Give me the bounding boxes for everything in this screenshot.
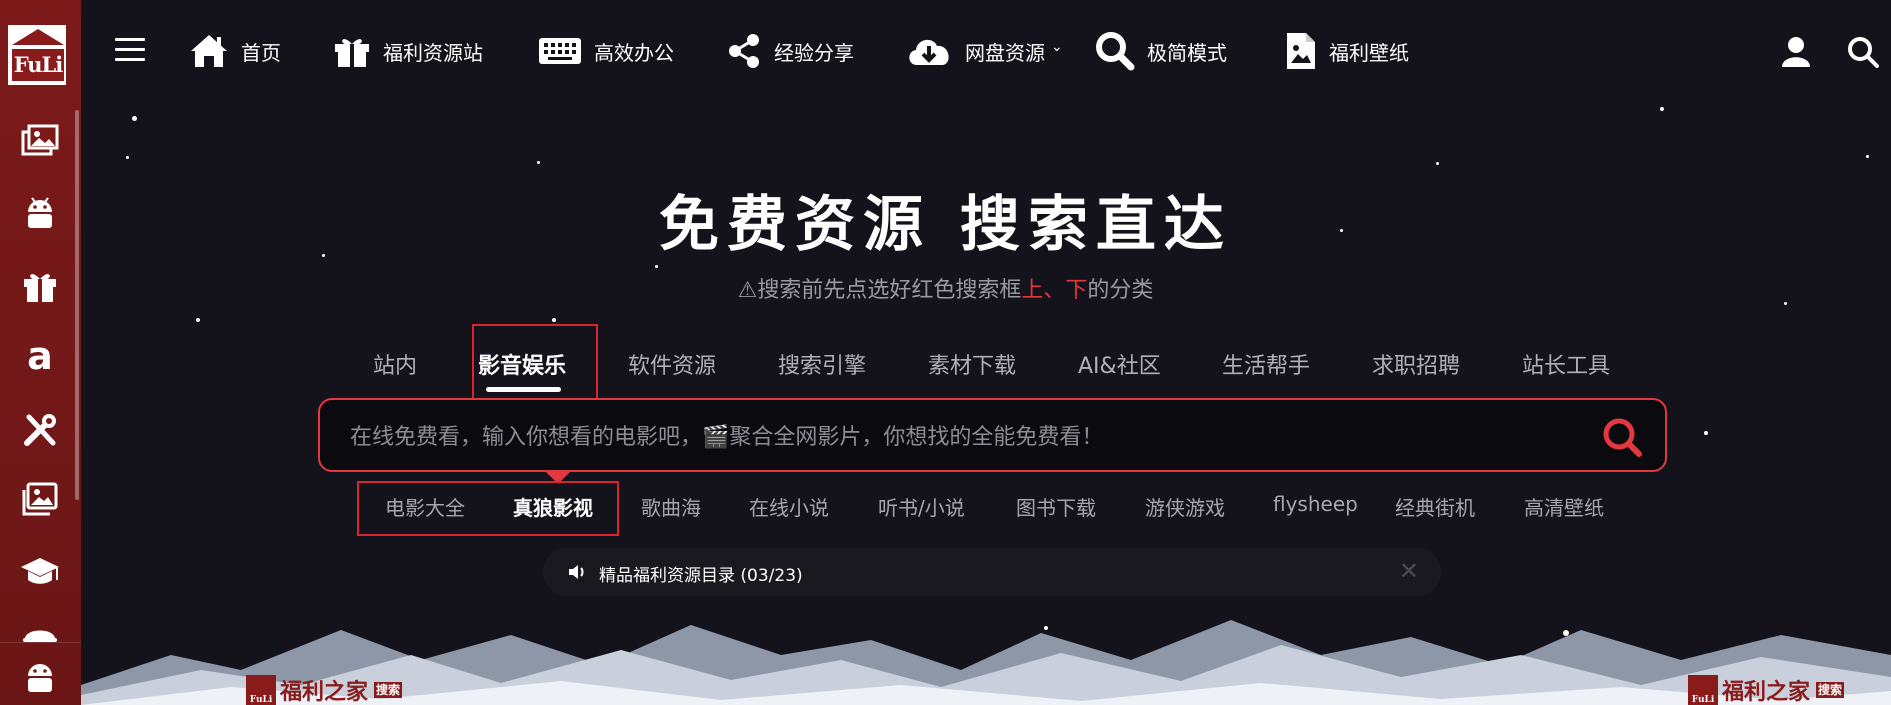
- graduation-cap-icon[interactable]: [16, 548, 64, 596]
- gift-icon: [335, 39, 369, 67]
- nav-item-home[interactable]: 首页: [189, 28, 281, 74]
- subtab-flysheep[interactable]: flysheep: [1273, 492, 1358, 516]
- star: [196, 318, 200, 322]
- sidebar-scrollbar[interactable]: [75, 110, 79, 500]
- footer-logo-right[interactable]: FuLi 福利之家 搜索: [1688, 675, 1845, 705]
- logo-text: FuLi: [12, 49, 64, 81]
- share-icon: [729, 34, 759, 68]
- search-icon[interactable]: [1847, 36, 1879, 72]
- menu-toggle-icon[interactable]: [115, 38, 145, 62]
- subtab-songs[interactable]: 歌曲海: [641, 492, 701, 521]
- hero-subtitle: ⚠搜索前先点选好红色搜索框上、下的分类: [0, 272, 1891, 304]
- amazon-icon[interactable]: a: [16, 334, 64, 382]
- nav-item-wallpaper[interactable]: 福利壁纸: [1285, 28, 1409, 74]
- speaker-icon: [567, 562, 587, 586]
- nav-label: 首页: [241, 40, 281, 65]
- nav-label: 网盘资源: [965, 40, 1045, 65]
- cloud-download-icon: [909, 39, 949, 65]
- star: [1436, 162, 1439, 165]
- search-button[interactable]: [1601, 416, 1643, 458]
- notice-text[interactable]: 精品福利资源目录 (03/23): [599, 561, 803, 586]
- nav-label: 高效办公: [594, 40, 674, 65]
- search-bar: [318, 398, 1667, 472]
- highlight-box-subcategory: [357, 481, 619, 536]
- tab-webmaster[interactable]: 站长工具: [1522, 348, 1610, 380]
- star: [552, 318, 556, 322]
- star: [1704, 431, 1708, 435]
- star: [537, 161, 540, 164]
- images-icon[interactable]: [16, 118, 64, 166]
- subtitle-text: ⚠搜索前先点选好红色搜索框: [737, 278, 1022, 303]
- top-navigation: 首页 福利资源站 高效办公 经验分享 网盘资源 ⌄ 极简模式 福利壁纸: [81, 0, 1891, 106]
- footer-logo-text: 福利之家: [280, 679, 369, 705]
- tab-search-engine[interactable]: 搜索引擎: [778, 348, 866, 380]
- subtab-novels[interactable]: 在线小说: [749, 492, 829, 521]
- footer-logo-left[interactable]: FuLi 福利之家 搜索: [246, 675, 403, 705]
- tab-jobs[interactable]: 求职招聘: [1372, 348, 1460, 380]
- nav-item-netdisk[interactable]: 网盘资源 ⌄: [905, 28, 1063, 74]
- close-icon[interactable]: ✕: [1399, 557, 1419, 585]
- left-sidebar: FuLi a: [0, 0, 81, 705]
- search-icon: [1603, 418, 1642, 457]
- star: [126, 156, 129, 159]
- subtitle-separator: 、: [1043, 278, 1066, 303]
- nav-label: 福利资源站: [383, 40, 483, 65]
- nav-item-office[interactable]: 高效办公: [538, 28, 674, 74]
- tab-materials[interactable]: 素材下载: [928, 348, 1016, 380]
- subtitle-down: 下: [1065, 278, 1088, 303]
- keyboard-icon: [539, 38, 581, 64]
- nav-label: 极简模式: [1147, 40, 1227, 65]
- footer-logo-tag: 搜索: [1816, 682, 1845, 698]
- tab-site[interactable]: 站内: [373, 348, 417, 380]
- hat-icon[interactable]: [16, 612, 64, 660]
- star: [1660, 107, 1664, 111]
- tab-software[interactable]: 软件资源: [628, 348, 716, 380]
- star: [655, 265, 658, 268]
- user-icon[interactable]: [1781, 36, 1811, 72]
- highlight-box-category: [472, 324, 598, 408]
- site-logo[interactable]: FuLi: [5, 22, 69, 88]
- nav-label: 福利壁纸: [1329, 40, 1409, 65]
- hero-title: 免费资源 搜索直达: [659, 190, 1232, 260]
- tab-ai-community[interactable]: AI&社区: [1078, 348, 1161, 380]
- footer-logo-text: 福利之家: [1722, 679, 1811, 705]
- subtab-arcade[interactable]: 经典街机: [1395, 492, 1475, 521]
- nav-item-minimal[interactable]: 极简模式: [1095, 28, 1227, 74]
- subtitle-suffix: 的分类: [1087, 278, 1154, 303]
- star: [132, 116, 137, 121]
- tools-icon[interactable]: [16, 406, 64, 454]
- nav-label: 经验分享: [774, 40, 854, 65]
- subtitle-up: 上: [1021, 278, 1044, 303]
- svg-text:a: a: [27, 339, 53, 377]
- tab-life[interactable]: 生活帮手: [1222, 348, 1310, 380]
- subtab-books[interactable]: 图书下载: [1016, 492, 1096, 521]
- gallery-icon[interactable]: [16, 476, 64, 524]
- search-input[interactable]: [350, 420, 1550, 454]
- android-icon[interactable]: [16, 654, 64, 702]
- footer-logo-mini: FuLi: [1688, 675, 1718, 705]
- star: [1866, 155, 1869, 158]
- chevron-down-icon: ⌄: [1051, 39, 1063, 55]
- subtab-games[interactable]: 游侠游戏: [1145, 492, 1225, 521]
- notice-bar: 精品福利资源目录 (03/23) ✕: [543, 548, 1441, 596]
- logo-roof: [12, 29, 64, 45]
- subtab-wallpapers[interactable]: 高清壁纸: [1524, 492, 1604, 521]
- subtab-audiobooks[interactable]: 听书/小说: [878, 492, 965, 521]
- nav-item-share[interactable]: 经验分享: [726, 28, 854, 74]
- footer-logo-mini: FuLi: [246, 675, 276, 705]
- image-file-icon: [1287, 33, 1315, 69]
- nav-item-welfare-station[interactable]: 福利资源站: [333, 28, 483, 74]
- sidebar-divider: [0, 642, 81, 643]
- home-icon: [191, 35, 227, 67]
- footer-logo-tag: 搜索: [374, 682, 403, 698]
- search-icon: [1096, 32, 1135, 71]
